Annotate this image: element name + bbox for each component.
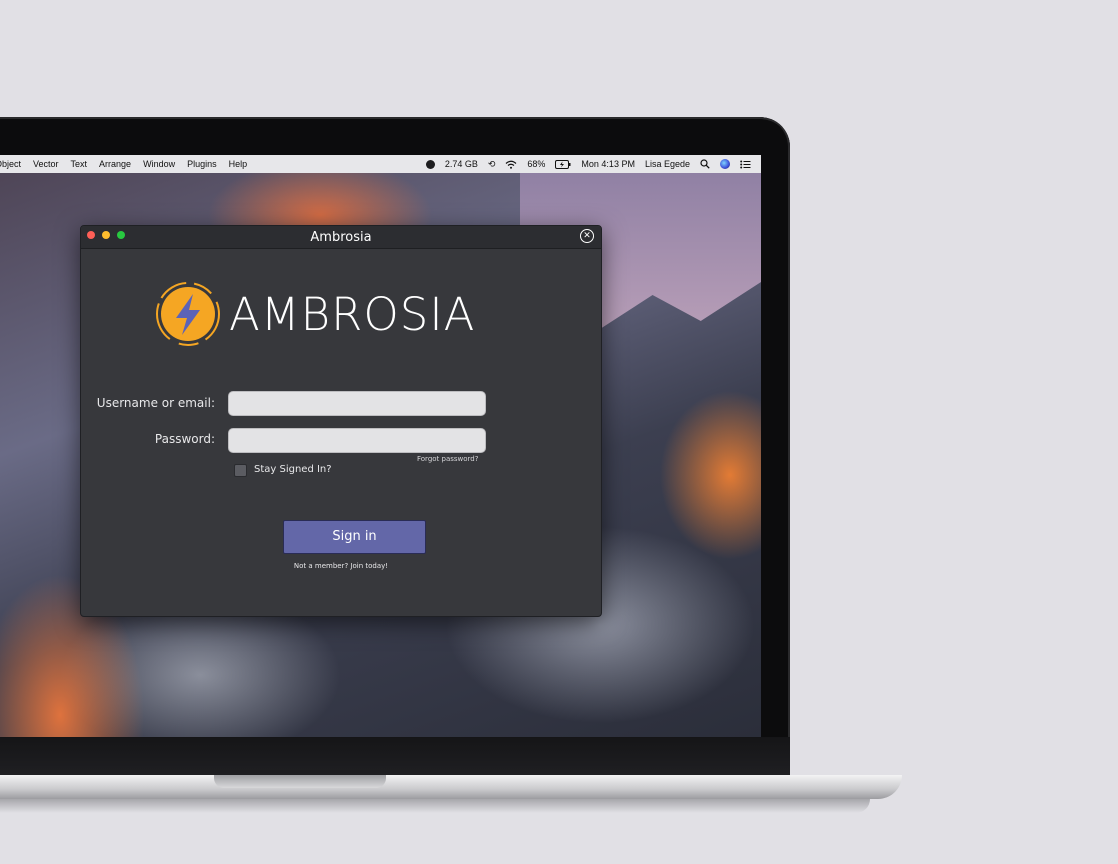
menu-vector[interactable]: Vector: [33, 159, 59, 169]
password-input[interactable]: [228, 428, 486, 453]
creative-cloud-icon[interactable]: [425, 159, 435, 169]
menu-bar-status: 2.74 GB ⟲ 68% Mon 4:13 PM Lisa Egede: [425, 159, 751, 170]
wifi-icon[interactable]: [505, 160, 517, 169]
laptop-notch: [214, 775, 386, 788]
login-dialog: Ambrosia ✕ AMBROSIA Username or email: P…: [80, 225, 602, 617]
menu-window[interactable]: Window: [143, 159, 175, 169]
lightning-logo-icon: [156, 282, 220, 346]
menu-arrange[interactable]: Arrange: [99, 159, 131, 169]
user-name[interactable]: Lisa Egede: [645, 159, 690, 169]
battery-percent[interactable]: 68%: [527, 159, 545, 169]
brand-logo: AMBROSIA: [155, 281, 475, 347]
username-input[interactable]: [228, 391, 486, 416]
menu-help[interactable]: Help: [229, 159, 248, 169]
join-link[interactable]: Not a member? Join today!: [81, 562, 601, 570]
sign-in-button[interactable]: Sign in: [283, 520, 426, 554]
dialog-titlebar[interactable]: Ambrosia ✕: [81, 226, 601, 249]
laptop-base: [0, 775, 902, 799]
menu-plugins[interactable]: Plugins: [187, 159, 217, 169]
forgot-password-link[interactable]: Forgot password?: [417, 455, 478, 463]
username-label: Username or email:: [96, 396, 215, 410]
time-machine-icon[interactable]: ⟲: [488, 159, 496, 170]
siri-icon[interactable]: [720, 159, 730, 169]
menu-bar-menus: Object Vector Text Arrange Window Plugin…: [0, 159, 247, 169]
laptop-shadow: [0, 799, 870, 813]
stay-signed-in-checkbox[interactable]: [234, 464, 247, 477]
memory-status[interactable]: 2.74 GB: [445, 159, 478, 169]
notification-center-icon[interactable]: [740, 160, 751, 169]
menu-bar: Object Vector Text Arrange Window Plugin…: [0, 155, 761, 173]
spotlight-search-icon[interactable]: [700, 159, 710, 169]
dialog-title: Ambrosia: [310, 230, 372, 245]
password-label: Password:: [154, 432, 215, 446]
clock[interactable]: Mon 4:13 PM: [581, 159, 635, 169]
menu-object[interactable]: Object: [0, 159, 21, 169]
battery-icon[interactable]: [555, 159, 571, 169]
menu-text[interactable]: Text: [71, 159, 88, 169]
stay-signed-in-label[interactable]: Stay Signed In?: [254, 464, 332, 475]
brand-name: AMBROSIA: [229, 287, 476, 341]
close-icon[interactable]: ✕: [580, 229, 594, 243]
laptop-chin: [0, 737, 790, 775]
